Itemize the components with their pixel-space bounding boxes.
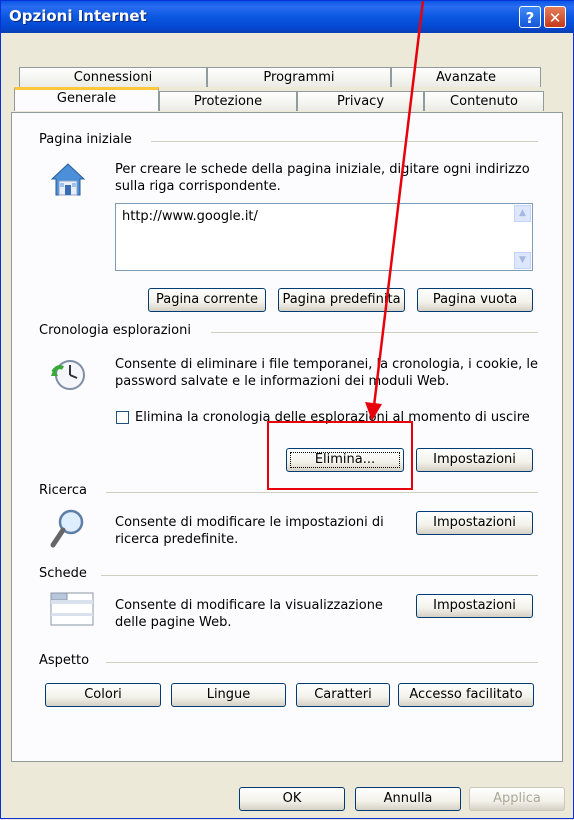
tab-generale[interactable]: Generale [14, 87, 159, 111]
internet-options-dialog: Opzioni Internet ? ✕ Connessioni Program… [0, 0, 574, 819]
annotation-arrow [365, 1, 425, 421]
